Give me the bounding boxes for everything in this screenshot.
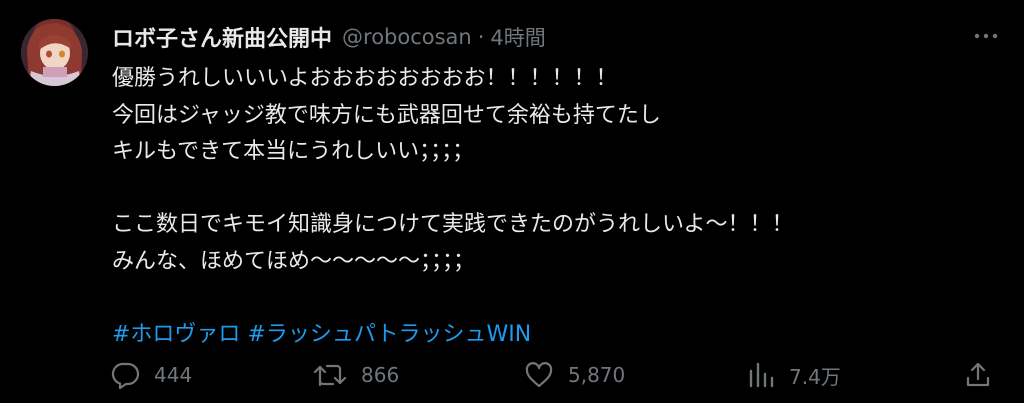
more-icon[interactable] — [972, 24, 1000, 48]
reply-button[interactable]: 444 — [110, 358, 192, 392]
avatar[interactable] — [21, 19, 88, 86]
user-handle[interactable]: @robocosan — [342, 25, 472, 49]
display-name[interactable]: ロボ子さん新曲公開中 — [112, 21, 332, 53]
action-bar: 444 866 5,870 7.4万 — [110, 358, 994, 392]
tweet-header: ロボ子さん新曲公開中 @robocosan · 4時間 — [112, 21, 546, 53]
hashtag-link[interactable]: #ラッシュパトラッシュWIN — [247, 322, 531, 347]
like-count: 5,870 — [568, 363, 626, 387]
repost-button[interactable]: 866 — [313, 358, 399, 392]
like-icon — [524, 361, 554, 389]
reply-count: 444 — [154, 363, 193, 387]
repost-count: 866 — [361, 363, 400, 387]
separator-dot: · — [477, 25, 485, 49]
repost-icon — [313, 361, 347, 389]
hashtag-row: #ホロヴァロ #ラッシュパトラッシュWIN — [112, 317, 992, 354]
tweet-text: 優勝うれしいいいよおおおおおおおお！！！！！！ 今回はジャッジ教で味方にも武器回… — [112, 61, 992, 353]
tweet-line — [112, 171, 992, 208]
reply-icon — [110, 361, 140, 389]
tweet-line: 優勝うれしいいいよおおおおおおおお！！！！！！ — [112, 66, 618, 91]
like-button[interactable]: 5,870 — [524, 358, 625, 392]
views-icon — [747, 361, 775, 389]
tweet-line — [112, 280, 992, 317]
tweet-line: キルもできて本当にうれしいい；；；； — [112, 139, 475, 164]
tweet[interactable]: ロボ子さん新曲公開中 @robocosan · 4時間 優勝うれしいいいよおおお… — [0, 0, 1024, 403]
tweet-line: ここ数日でキモイ知識身につけて実践できたのがうれしいよ〜！！！ — [112, 212, 794, 237]
views-button[interactable]: 7.4万 — [747, 358, 841, 392]
tweet-line: みんな、ほめてほめ〜〜〜〜〜；；；； — [112, 248, 476, 274]
tweet-line: 今回はジャッジ教で味方にも武器回せて余裕も持てたし — [112, 102, 661, 128]
hashtag-link[interactable]: #ホロヴァロ — [112, 322, 240, 347]
timestamp[interactable]: 4時間 — [490, 22, 545, 52]
share-button[interactable] — [964, 358, 992, 392]
share-icon — [964, 361, 992, 389]
views-count: 7.4万 — [789, 364, 841, 389]
